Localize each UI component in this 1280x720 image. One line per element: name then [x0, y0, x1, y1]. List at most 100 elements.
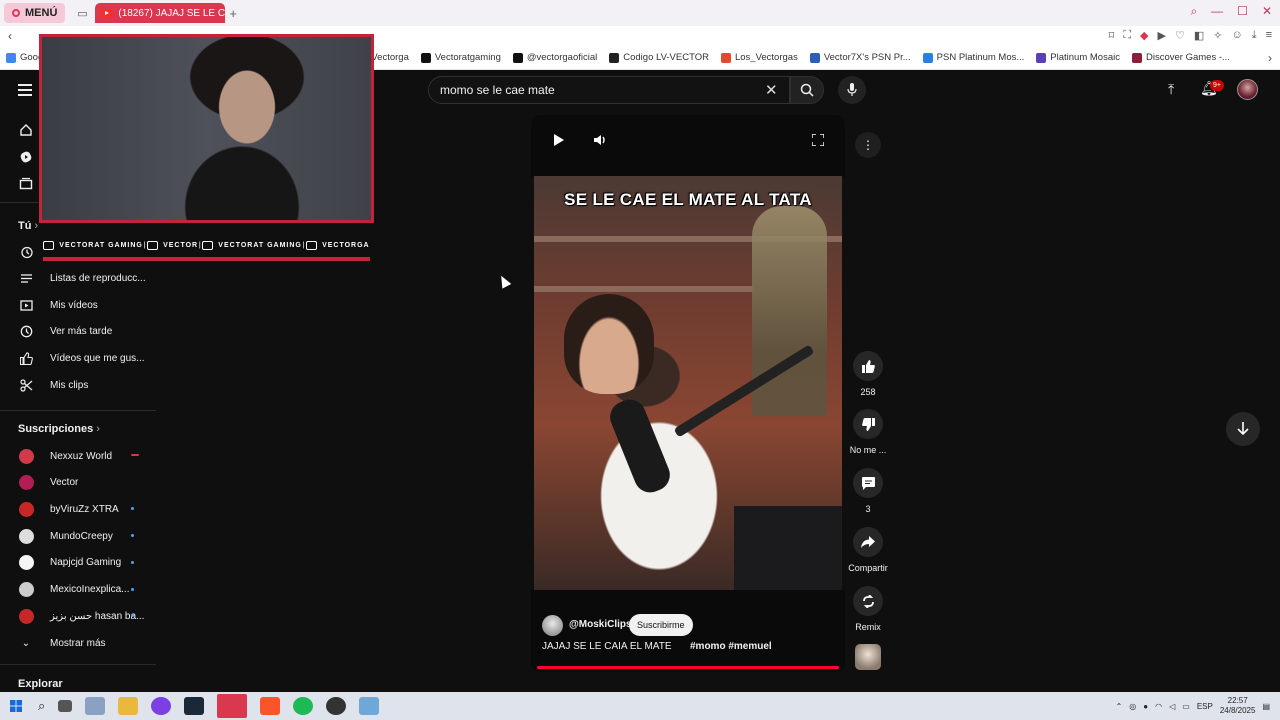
short-video[interactable]: SE LE CAE EL MATE AL TATA: [534, 176, 842, 590]
profile-icon[interactable]: ☺: [1231, 29, 1242, 42]
discord-icon[interactable]: [151, 697, 172, 715]
speaker-icon[interactable]: ◁: [1169, 702, 1175, 711]
subscription-item[interactable]: MundoCreepy: [18, 528, 134, 544]
maximize-icon[interactable]: ☐: [1237, 4, 1248, 19]
sidebar-shorts[interactable]: [18, 149, 34, 165]
channel-handle[interactable]: @MoskiClips: [569, 619, 632, 630]
search-input[interactable]: momo se le cae mate: [428, 76, 790, 104]
favorites-icon[interactable]: ♡: [1175, 29, 1185, 42]
you-section-header[interactable]: Tú ›: [18, 220, 38, 232]
tab-youtube-short[interactable]: (18267) JAJAJ SE LE CAI...: [95, 3, 226, 23]
sidebar-item-watch-later[interactable]: Ver más tarde: [18, 324, 112, 340]
easy-setup-icon[interactable]: ≡: [1266, 29, 1272, 42]
notifications-center-icon[interactable]: ▤: [1262, 702, 1270, 711]
search-button[interactable]: [790, 76, 824, 104]
sound-thumbnail[interactable]: [855, 644, 881, 670]
pocket-icon[interactable]: ◆: [1140, 29, 1148, 42]
more-options-button[interactable]: ⋮: [855, 132, 881, 158]
extension-icon[interactable]: ◧: [1194, 29, 1204, 42]
remix-button[interactable]: Remix: [845, 586, 891, 632]
opera-menu-button[interactable]: MENÚ: [4, 3, 66, 23]
volume-button[interactable]: [593, 133, 607, 147]
task-view-icon[interactable]: [58, 700, 73, 712]
brave-icon[interactable]: [260, 697, 281, 715]
minimize-icon[interactable]: —: [1211, 4, 1223, 19]
comments-button[interactable]: 3: [845, 468, 891, 514]
tab-overview-icon[interactable]: ▭: [73, 4, 91, 22]
sidebar-item-like[interactable]: Vídeos que me gus...: [18, 350, 145, 366]
next-short-button[interactable]: [1226, 412, 1260, 446]
close-window-icon[interactable]: ✕: [1262, 4, 1272, 19]
account-avatar[interactable]: [1237, 79, 1258, 100]
clock[interactable]: 22:57 24/8/2025: [1220, 696, 1256, 716]
menu-icon[interactable]: [18, 84, 32, 99]
subscribe-button[interactable]: Suscribirme: [629, 614, 693, 636]
obs-icon[interactable]: [326, 697, 347, 715]
battery-icon[interactable]: ▭: [1182, 702, 1190, 711]
bookmark-item[interactable]: Vector7X's PSN Pr...: [809, 52, 911, 63]
channel-avatar: [18, 528, 34, 544]
back-icon[interactable]: ‹: [8, 29, 12, 43]
channel-avatar[interactable]: [542, 615, 563, 636]
download-icon[interactable]: ⤓: [1252, 29, 1257, 42]
short-title[interactable]: JAJAJ SE LE CAIA EL MATE: [542, 641, 672, 652]
more-bookmarks-icon[interactable]: ›: [1268, 51, 1272, 65]
bookmark-icon[interactable]: ⌑: [1109, 29, 1115, 42]
bookmark-item[interactable]: @vectorgaoficial: [512, 52, 597, 63]
share-button[interactable]: Compartir: [845, 527, 891, 573]
short-hashtags[interactable]: #momo #memuel: [690, 641, 772, 652]
fullscreen-button[interactable]: [811, 133, 825, 147]
puzzle-icon[interactable]: ✧: [1213, 29, 1222, 42]
bookmark-favicon-icon: [1036, 52, 1047, 63]
clear-search-icon[interactable]: ✕: [765, 81, 778, 99]
instagram-icon: [306, 240, 318, 250]
upload-icon[interactable]: ⤒: [1168, 81, 1174, 98]
subscription-item[interactable]: Vector: [18, 475, 78, 491]
sidebar-item-playlist[interactable]: Listas de reproducc...: [18, 271, 146, 287]
subscription-item[interactable]: حسن بزيز hasan ba...: [18, 608, 144, 624]
progress-bar[interactable]: [537, 666, 839, 669]
show-hidden-icons-icon[interactable]: ⌃: [1116, 702, 1123, 711]
bookmark-item[interactable]: Los_Vectorgas: [720, 52, 798, 63]
bookmark-item[interactable]: Goog: [6, 52, 43, 63]
subscription-item[interactable]: Nexxuz World: [18, 448, 139, 464]
microphone-tray-icon[interactable]: ●: [1143, 702, 1148, 711]
subscription-item[interactable]: MexicoInexplica...: [18, 582, 134, 598]
dislike-button[interactable]: No me ...: [845, 409, 891, 455]
like-button[interactable]: 258: [845, 351, 891, 397]
bookmark-label: Codigo LV-VECTOR: [623, 52, 709, 63]
file-explorer-icon[interactable]: [118, 697, 139, 715]
network-icon[interactable]: ◎: [1129, 702, 1136, 711]
subscription-item[interactable]: Napjcjd Gaming: [18, 555, 134, 571]
wifi-icon[interactable]: ◠: [1155, 702, 1162, 711]
search-tabs-icon[interactable]: ⌕: [1190, 4, 1197, 19]
sidebar-item-clips[interactable]: Mis clips: [18, 377, 88, 393]
spotify-icon[interactable]: [293, 697, 314, 715]
player-icon[interactable]: ▶: [1158, 29, 1166, 42]
snapshot-icon[interactable]: ⛶: [1123, 29, 1131, 42]
subscription-item[interactable]: byViruZz XTRA: [18, 501, 134, 517]
opera-taskbar-icon[interactable]: [217, 694, 248, 718]
voice-search-button[interactable]: [838, 76, 866, 104]
play-button[interactable]: [551, 133, 565, 147]
steam-icon[interactable]: [184, 697, 205, 715]
bookmark-label: Vectorga: [371, 52, 409, 63]
comment-count: 3: [865, 504, 871, 514]
sidebar-item-my-videos[interactable]: Mis vídeos: [18, 297, 98, 313]
bookmark-item[interactable]: PSN Platinum Mos...: [922, 52, 1024, 63]
bookmark-item[interactable]: Codigo LV-VECTOR: [609, 52, 709, 63]
sidebar-item-history[interactable]: [18, 244, 34, 260]
sidebar-subscriptions-mini[interactable]: [18, 176, 34, 192]
windows-start-icon[interactable]: [10, 700, 22, 712]
bookmark-item[interactable]: Discover Games -...: [1132, 52, 1230, 63]
bookmark-item[interactable]: Vectoratgaming: [420, 52, 501, 63]
taskbar-search-icon[interactable]: ⌕: [38, 698, 45, 714]
taskbar-app-icon[interactable]: [85, 697, 106, 715]
taskbar-app-icon[interactable]: [359, 697, 380, 715]
sidebar-home[interactable]: [18, 122, 34, 138]
bookmark-item[interactable]: Platinum Mosaic: [1036, 52, 1120, 63]
subscriptions-header[interactable]: Suscripciones ›: [18, 423, 100, 435]
language-indicator[interactable]: ESP: [1197, 702, 1213, 711]
new-tab-icon[interactable]: +: [229, 6, 237, 21]
show-more-button[interactable]: ⌄ Mostrar más: [18, 635, 106, 651]
